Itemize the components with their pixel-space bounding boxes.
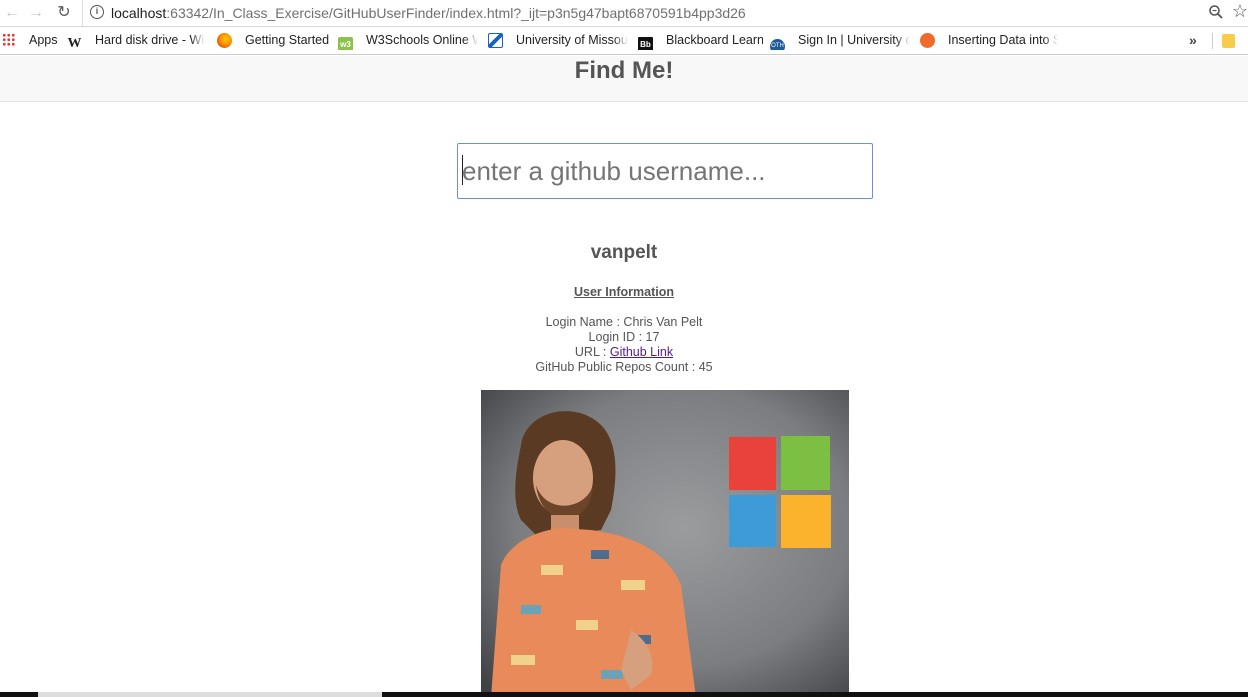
university-icon [488,33,503,48]
login-name-label: Login Name : [545,315,624,329]
user-avatar-image [481,390,849,697]
wikipedia-icon: W [67,36,82,50]
login-id-row: Login ID : 17 [0,330,1248,345]
bookmark-apps[interactable]: Apps [2,33,62,50]
repos-count-label: GitHub Public Repos Count : [535,360,699,374]
username-heading: vanpelt [590,242,658,263]
logo-square-green [781,436,830,490]
page-header: Find Me! [0,56,1248,102]
login-id-label: Login ID : [588,330,646,344]
bookmarks-bar: Apps W Hard disk drive - Wi Getting Start… [0,27,1248,55]
url-label: URL : [574,345,610,359]
bookmark-label: University of Missou [516,33,628,47]
bookmark-label: Inserting Data into S [948,33,1058,47]
bookmark-label: Getting Started [245,33,330,47]
bookmark-star-icon[interactable]: ☆ [1232,1,1248,22]
login-name-value: Chris Van Pelt [623,315,703,329]
url-text[interactable]: localhost:63342/In_Class_Exercise/GitHub… [111,5,746,21]
url-path: :63342/In_Class_Exercise/GitHubUserFinde… [166,5,746,21]
bookmark-hard-disk[interactable]: W Hard disk drive - Wi [67,33,205,50]
bookmarks-overflow-icon[interactable]: » [1189,32,1197,48]
url-row: URL : Github Link [0,345,1248,360]
blackboard-icon: Bb [638,37,653,50]
w3schools-icon: w3 [338,37,353,50]
login-name-row: Login Name : Chris Van Pelt [0,315,1248,330]
browser-toolbar: ← → ↻ i localhost:63342/In_Class_Exercis… [0,0,1248,27]
github-link[interactable]: Github Link [610,345,673,359]
logo-square-blue [729,495,776,547]
other-bookmarks-folder-icon[interactable] [1222,34,1235,48]
url-host: localhost [111,5,167,21]
logo-square-red [729,437,776,490]
address-bar[interactable]: i localhost:63342/In_Class_Exercise/GitH… [82,0,1248,26]
logo-square-yellow [781,495,831,548]
page-title: Find Me! [574,57,674,84]
bookmark-getting-started[interactable]: Getting Started [217,33,332,50]
forward-arrow-icon[interactable]: → [26,3,46,23]
signin-icon: OTH [770,39,785,50]
user-information-heading: User Information [573,285,674,299]
info-icon[interactable]: i [90,5,104,19]
back-arrow-icon[interactable]: ← [2,3,22,23]
user-info-block: Login Name : Chris Van Pelt Login ID : 1… [0,315,1248,375]
bookmark-w3schools[interactable]: w3 W3Schools Online W [338,33,478,50]
login-id-value: 17 [645,330,660,344]
reload-icon[interactable]: ↻ [54,3,74,23]
firefox-icon [217,33,232,48]
bookmark-label: W3Schools Online W [366,33,478,47]
bookmark-blackboard[interactable]: Bb Blackboard Learn [638,33,763,50]
bookmark-label: Blackboard Learn [666,33,763,47]
repos-count-value: 45 [698,360,713,374]
apps-grid-icon [2,33,15,46]
horizontal-scrollbar-thumb[interactable] [38,692,382,697]
text-caret [462,155,463,185]
zoom-icon[interactable] [1208,4,1224,20]
bookmark-university[interactable]: University of Missou [488,33,628,50]
bookmark-label: Sign In | University o [798,33,910,47]
bookmark-label: Apps [29,33,58,47]
inserting-data-icon [920,33,935,48]
bookmark-sign-in[interactable]: OTH Sign In | University o [770,33,910,50]
bookmark-inserting-data[interactable]: Inserting Data into S [920,33,1058,50]
repos-count-row: GitHub Public Repos Count : 45 [0,360,1248,375]
username-search-input[interactable] [457,143,873,199]
bookmarks-divider [1212,33,1213,49]
bookmark-label: Hard disk drive - Wi [95,33,205,47]
